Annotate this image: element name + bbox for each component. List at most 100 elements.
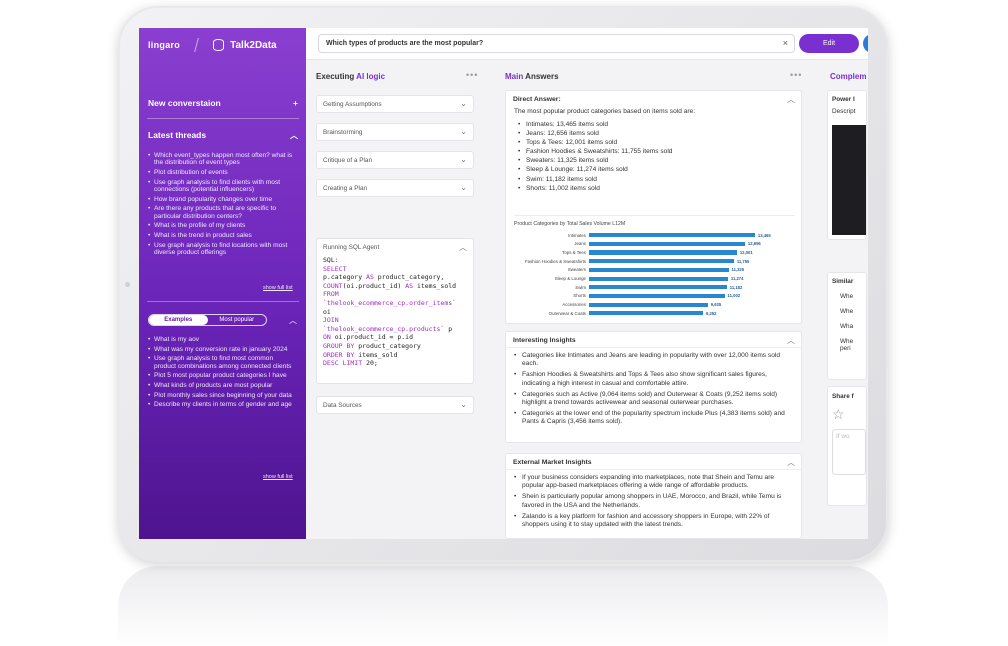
edit-button[interactable]: Edit [799,34,859,53]
chart-category-label: Intimates [568,232,586,238]
step-critique[interactable]: Critique of a Plan ⌄ [316,151,474,169]
similar-title: Similar [832,278,854,285]
step-label: Getting Assumptions [323,101,382,108]
similar-item[interactable]: Whe [828,289,866,304]
thread-item[interactable]: Use graph analysis to find locations wit… [148,242,296,257]
chart-value-label: 11,755 [736,258,750,264]
thread-item[interactable]: Use graph analysis to find clients with … [148,179,296,194]
user-avatar[interactable] [863,34,868,53]
chevron-down-icon: ⌄ [460,99,467,108]
tab-examples[interactable]: Examples [149,315,208,325]
chevron-up-icon[interactable]: ︿ [787,94,795,105]
chevron-down-icon: ⌄ [460,127,467,136]
chevron-up-icon[interactable]: ︿ [289,315,297,326]
step-brainstorming[interactable]: Brainstorming ⌄ [316,123,474,141]
power-bi-embed[interactable] [832,125,866,235]
product-name: Talk2Data [230,39,277,51]
chart-value-label: 11,325 [731,267,745,273]
example-item[interactable]: Use graph analysis to find most common p… [148,355,296,370]
market-item: If your business considers expanding int… [514,474,793,490]
thread-item[interactable]: Which event_types happen most often? wha… [148,152,296,167]
chevron-down-icon: ⌄ [460,183,467,192]
chart-category-label: Sweaters [567,267,586,273]
lingaro-logo: lingaro [148,40,181,50]
chart-bar [589,267,729,272]
thread-list: Which event_types happen most often? wha… [148,152,296,259]
tablet-reflection [118,566,888,646]
close-icon[interactable]: × [783,38,788,48]
question-input[interactable]: Which types of products are the most pop… [318,34,795,53]
new-conversation-button[interactable]: New converstaion + [148,98,298,108]
executing-column: Executing AI logic ••• Getting Assumptio… [306,60,491,539]
thread-item[interactable]: How brand popularity changes over time [148,196,296,204]
more-options-icon[interactable]: ••• [790,70,802,80]
example-item[interactable]: Describe my clients in terms of gender a… [148,401,296,409]
similar-item[interactable]: Wha [828,319,866,334]
plus-icon: + [293,98,298,108]
sql-code: SQL: SELECT p.category AS product_catego… [323,256,457,368]
thread-item[interactable]: What is the profile of my clients [148,222,296,230]
thread-item[interactable]: Plot distribution of events [148,169,296,177]
data-sources-label: Data Sources [323,402,362,409]
chevron-down-icon: ⌄ [460,400,467,409]
example-item[interactable]: What kinds of products are most popular [148,382,296,390]
thread-item[interactable]: Are there any products that are specific… [148,205,296,220]
chart-category-label: Jeans [574,241,586,247]
step-label: Brainstorming [323,129,363,136]
tab-most-popular[interactable]: Most popular [208,315,267,325]
star-icon[interactable]: ☆ [828,404,866,425]
main-answers-title: Main Answers [505,72,559,81]
insights-list: Categories like Intimates and Jeans are … [506,348,801,427]
chevron-up-icon[interactable]: ︿ [787,457,795,468]
chart-category-label: Sleep & Lounge [554,276,586,281]
example-item[interactable]: What was my conversion rate in january 2… [148,346,296,354]
chart-value-label: 9,635 [710,302,722,308]
show-full-list-link[interactable]: show full list [263,474,293,480]
example-item[interactable]: Plot 5 most popular product categories I… [148,372,296,380]
stage: lingaro Talk2Data New converstaion + Lat… [0,0,1008,646]
chart-title: Product Categories by Total Sales Volume… [514,221,626,227]
latest-threads-header[interactable]: Latest threads ︿ [148,130,298,141]
main-title-accent: Main [505,72,524,81]
answer-item: Tops & Tees: 12,001 items sold [518,138,793,147]
show-full-list-link[interactable]: show full list [263,285,293,291]
chevron-up-icon[interactable]: ︿ [459,242,467,253]
chevron-up-icon: ︿ [290,131,298,140]
similar-questions-card: Similar Whe Whe Wha Whe peri [827,272,867,380]
step-creating-plan[interactable]: Creating a Plan ⌄ [316,179,474,197]
market-item: Zalando is a key platform for fashion an… [514,513,793,529]
chart-value-label: 11,002 [727,293,741,299]
step-getting-assumptions[interactable]: Getting Assumptions ⌄ [316,95,474,113]
power-bi-description: Descript [832,108,856,115]
example-item[interactable]: What is my aov [148,336,296,344]
insight-item: Fashion Hoodies & Sweatshirts and Tops &… [514,371,793,387]
chart-category-label: Fashion Hoodies & Sweatshirts [524,258,586,264]
direct-answer-title: Direct Answer: [513,96,561,103]
insight-item: Categories like Intimates and Jeans are … [514,352,793,368]
sql-agent-title: Running SQL Agent [323,244,380,251]
sql-agent-panel: Running SQL Agent ︿ SQL: SELECT p.catego… [316,238,474,384]
chevron-up-icon[interactable]: ︿ [787,335,795,346]
step-label: Creating a Plan [323,185,368,192]
chart-value-label: 12,001 [739,249,753,255]
direct-answer-list: Intimates: 13,465 items sold Jeans: 12,6… [506,118,801,193]
complementary-column: Complem Power I Descript Similar Whe Whe… [824,60,868,539]
data-sources-panel[interactable]: Data Sources ⌄ [316,396,474,414]
similar-item[interactable]: Whe [828,334,866,345]
similar-item[interactable]: Whe [828,304,866,319]
example-item[interactable]: Plot monthly sales since beginning of yo… [148,392,296,400]
share-title: Share f [832,393,854,400]
market-insights-list: If your business considers expanding int… [506,470,801,529]
similar-item-continued: peri [840,345,851,352]
more-options-icon[interactable]: ••• [466,70,478,80]
feedback-input[interactable]: If wo [832,429,866,475]
chart-bar [589,293,725,299]
market-insights-card: External Market Insights ︿ If your busin… [505,453,802,539]
examples-tab-toggle: Examples Most popular [148,314,267,326]
thread-item[interactable]: What is the trend in product sales [148,232,296,240]
main-answers-column: Main Answers ••• Direct Answer: ︿ The mo… [492,60,815,539]
chart-bar [589,302,708,307]
sidebar: lingaro Talk2Data New converstaion + Lat… [139,28,306,539]
sales-volume-chart: Product Categories by Total Sales Volume… [506,219,803,323]
chevron-down-icon: ⌄ [460,155,467,164]
